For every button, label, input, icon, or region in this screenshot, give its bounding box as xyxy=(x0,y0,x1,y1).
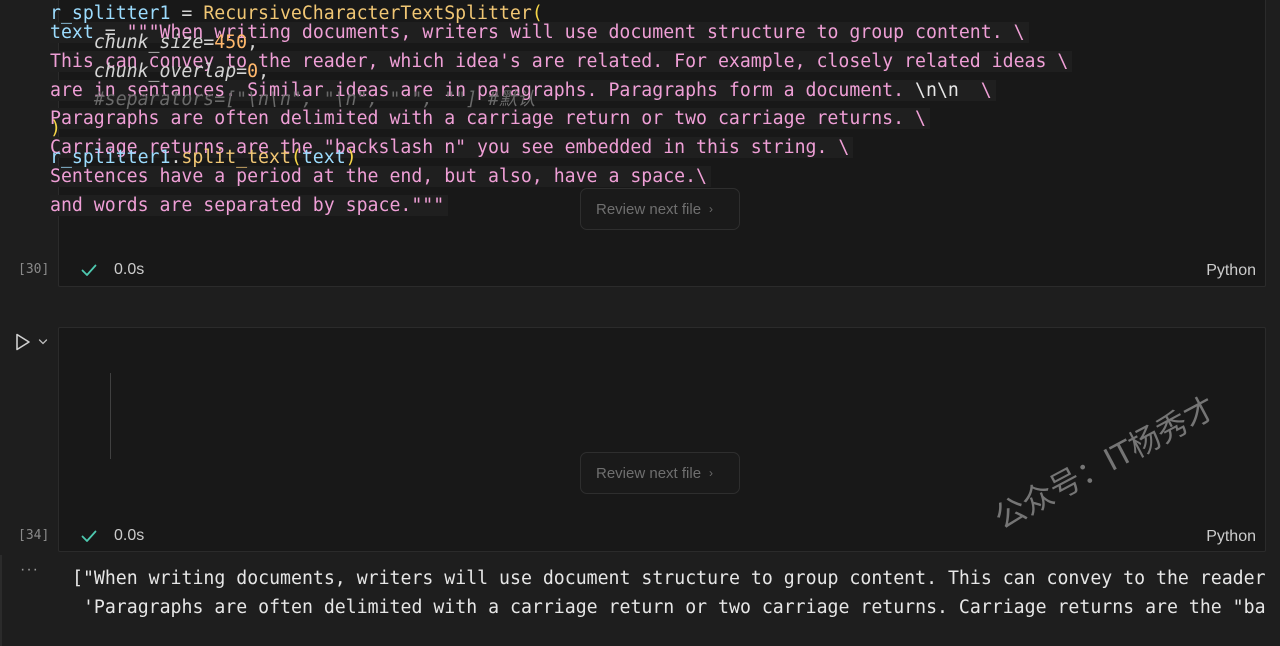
paren-token: ) xyxy=(345,146,357,168)
notebook-editor: text = """When writing documents, writer… xyxy=(0,0,1280,646)
code-line: r_splitter1 = RecursiveCharacterTextSpli… xyxy=(50,0,543,29)
code-line: chunk_overlap=0, xyxy=(50,58,543,87)
review-next-file-label: Review next file xyxy=(596,200,702,218)
number-token: 0 xyxy=(247,60,259,82)
cell-34-code[interactable]: r_splitter1 = RecursiveCharacterTextSpli… xyxy=(50,0,543,173)
operator-token: = xyxy=(203,31,215,53)
variable-token: r_splitter1 xyxy=(50,3,171,24)
review-next-file-button[interactable]: Review next file › xyxy=(580,452,740,494)
execution-count: [30] xyxy=(18,262,50,277)
review-next-file-label: Review next file xyxy=(596,464,702,482)
execution-status: 0.0s xyxy=(80,261,144,279)
cell-language-button[interactable]: Python xyxy=(1206,528,1256,546)
cell-language-button[interactable]: Python xyxy=(1206,262,1256,280)
chevron-right-icon: › xyxy=(709,466,714,480)
chevron-down-icon[interactable] xyxy=(38,337,48,347)
execution-time: 0.0s xyxy=(114,261,145,278)
number-token: 450 xyxy=(214,31,248,53)
string-token: and words are separated by space.""" xyxy=(50,194,449,216)
paren-token: ) xyxy=(50,118,61,140)
output-focus-indicator xyxy=(0,555,2,646)
run-cell-control[interactable] xyxy=(14,332,48,352)
execution-time: 0.0s xyxy=(114,527,145,544)
chevron-right-icon: › xyxy=(709,202,714,216)
operator-token: = xyxy=(236,60,248,82)
dot-token: . xyxy=(170,146,182,168)
function-token: split_text xyxy=(181,146,291,168)
indent-guide xyxy=(110,373,111,459)
comma-token: , xyxy=(258,60,270,82)
operator-token: = xyxy=(170,3,204,24)
output-line: ["When writing documents, writers will u… xyxy=(72,568,1266,589)
comment-token: #separators=["\n\n", "\n", " ", ""] #默认 xyxy=(93,89,536,111)
variable-token: text xyxy=(301,146,346,168)
escape-token: \n\n xyxy=(915,79,959,101)
execution-status: 0.0s xyxy=(80,527,144,545)
function-token: RecursiveCharacterTextSplitter xyxy=(203,3,532,24)
code-line: r_splitter1.split_text(text) xyxy=(50,144,543,173)
code-line: and words are separated by space.""" xyxy=(50,192,1072,221)
check-icon xyxy=(81,530,97,542)
code-cell-34[interactable] xyxy=(58,327,1266,552)
param-token: chunk_overlap xyxy=(93,60,237,82)
play-icon[interactable] xyxy=(14,332,32,352)
code-line: ) xyxy=(50,115,543,144)
variable-token: r_splitter1 xyxy=(50,146,171,168)
review-next-file-button[interactable]: Review next file › xyxy=(580,188,740,230)
execution-count: [34] xyxy=(18,528,50,543)
comma-token: , xyxy=(247,31,259,53)
code-line: chunk_size=450, xyxy=(50,29,543,58)
code-line: #separators=["\n\n", "\n", " ", ""] #默认 xyxy=(50,86,543,115)
string-token: \ xyxy=(958,79,992,101)
output-text[interactable]: ["When writing documents, writers will u… xyxy=(72,564,1266,622)
more-actions-icon[interactable]: ··· xyxy=(20,561,39,579)
check-icon xyxy=(81,264,97,276)
paren-token: ( xyxy=(290,146,302,168)
output-line: 'Paragraphs are often delimited with a c… xyxy=(82,597,1266,618)
paren-token: ( xyxy=(531,3,543,24)
param-token: chunk_size xyxy=(93,31,204,53)
